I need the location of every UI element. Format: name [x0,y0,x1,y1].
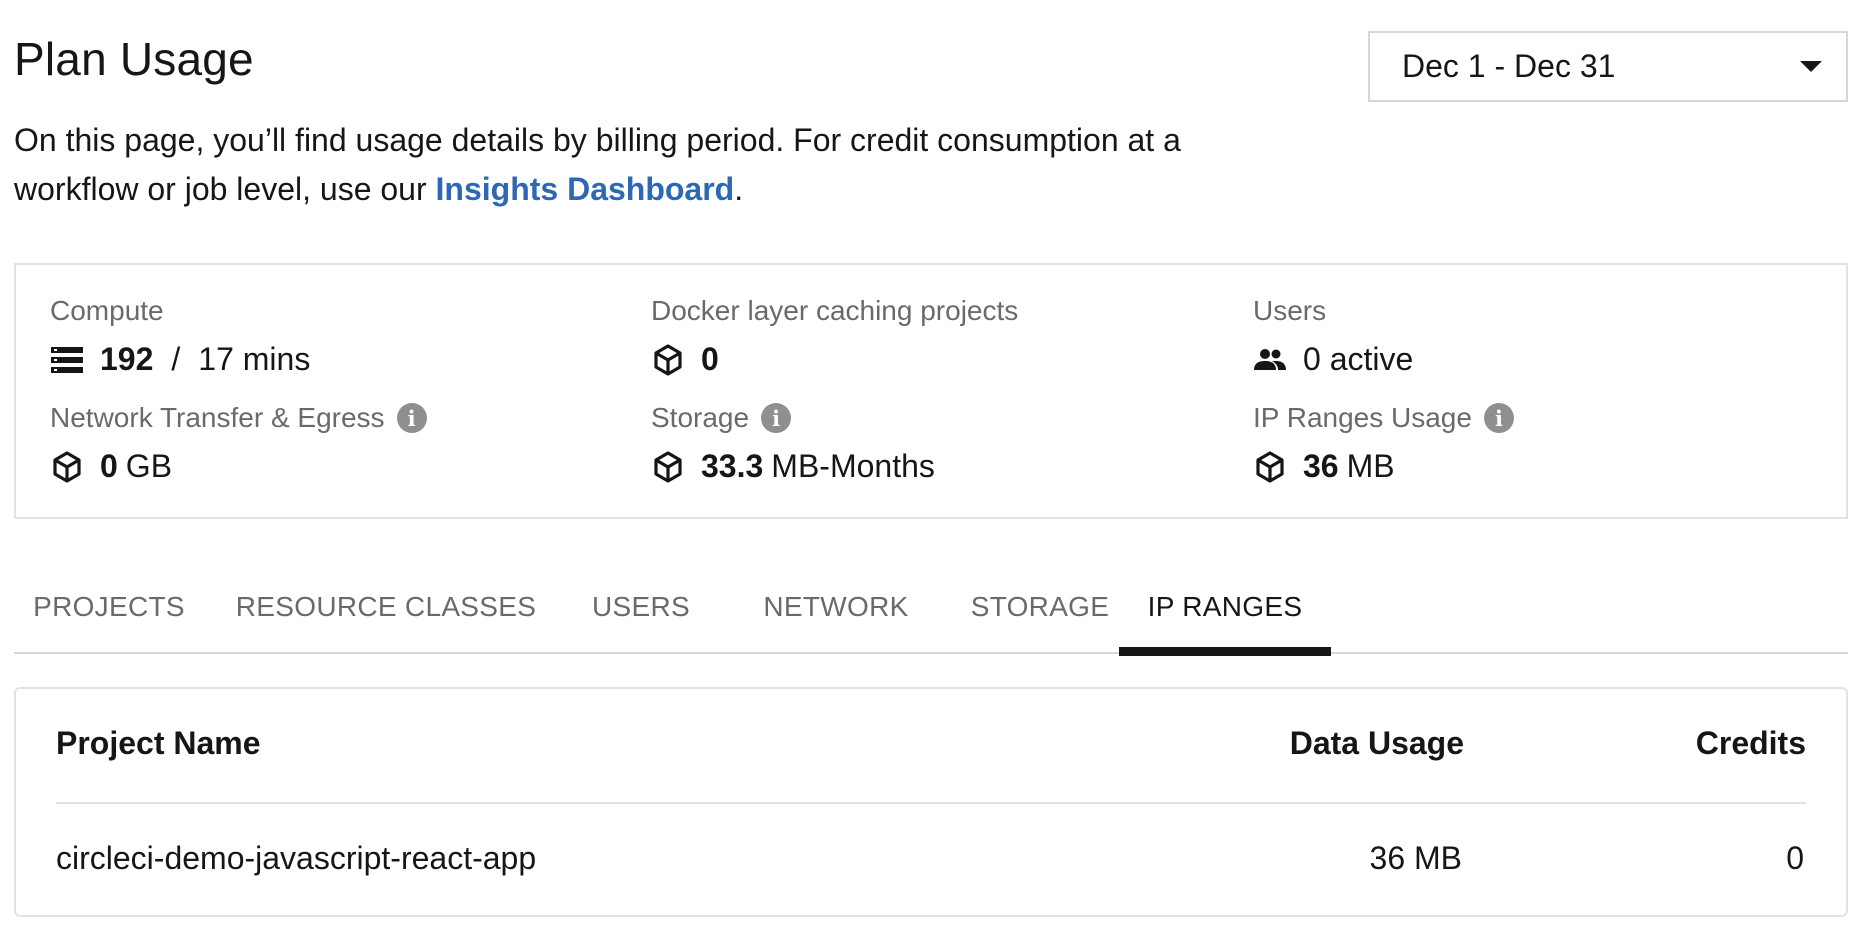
page-title: Plan Usage [14,33,254,85]
table-header: Project Name Data Usage Credits [56,689,1806,804]
network-label-row: Network Transfer & Egress i [50,402,427,434]
storage-stat: Storage i 33.3 MB-Months [651,402,935,485]
intro-text: On this page, you’ll find usage details … [14,116,1214,214]
info-icon[interactable]: i [396,403,427,433]
network-label: Network Transfer & Egress [50,402,385,433]
dlc-stat: Docker layer caching projects 0 [651,295,1018,378]
people-icon [1253,343,1287,377]
tab-label: PROJECTS [33,591,185,622]
table-row[interactable]: circleci-demo-javascript-react-app 36 MB… [56,806,1806,917]
storage-value-row: 33.3 MB-Months [651,448,935,485]
credits-cell: 0 [1786,840,1804,876]
caret-down-icon [1800,61,1822,72]
storage-unit: MB-Months [771,448,935,484]
storage-label: Storage [651,402,750,433]
network-value: 0 [100,448,118,484]
ip-ranges-label: IP Ranges Usage [1253,402,1472,433]
dlc-value-row: 0 [651,341,1018,378]
usage-summary-panel: Compute 192 / 17 mins Docker layer cachi… [14,263,1848,519]
ip-ranges-unit: MB [1346,448,1395,484]
active-tab-indicator [1119,647,1331,656]
dlc-value: 0 [701,341,719,377]
dlc-label: Docker layer caching projects [651,295,1019,326]
users-value-row: 0 active [1253,341,1413,378]
column-header-project-name[interactable]: Project Name [56,725,261,762]
network-value-row: 0 GB [50,448,427,485]
tab-label: USERS [592,591,690,622]
compute-credits: 192 [100,341,154,377]
intro-text-after: . [734,171,744,207]
info-icon[interactable]: i [761,403,792,433]
date-range-select[interactable]: Dec 1 - Dec 31 [1368,31,1848,102]
tab-users[interactable]: USERS [569,560,713,654]
ip-ranges-table: Project Name Data Usage Credits circleci… [14,687,1848,917]
users-stat: Users 0 active [1253,295,1413,378]
ip-ranges-value: 36 [1303,448,1339,484]
ip-ranges-value-row: 36 MB [1253,448,1514,485]
info-icon[interactable]: i [1483,403,1514,433]
tab-network[interactable]: NETWORK [744,560,928,654]
cube-icon [651,450,685,484]
ip-ranges-stat: IP Ranges Usage i 36 MB [1253,402,1514,485]
tab-resource-classes[interactable]: RESOURCE CLASSES [234,560,538,654]
users-value: 0 active [1303,341,1414,377]
tab-label: IP RANGES [1147,591,1303,622]
date-range-value: Dec 1 - Dec 31 [1402,48,1616,84]
data-usage-cell: 36 MB [1369,840,1462,876]
compute-label: Compute [50,295,164,326]
compute-separator: / [171,341,181,377]
project-name-cell: circleci-demo-javascript-react-app [56,840,537,876]
tab-label: NETWORK [763,591,909,622]
compute-value-row: 192 / 17 mins [50,341,310,378]
tab-storage[interactable]: STORAGE [959,560,1121,654]
ip-ranges-label-row: IP Ranges Usage i [1253,402,1514,434]
column-header-credits[interactable]: Credits [1696,725,1806,762]
tab-ip-ranges[interactable]: IP RANGES [1119,560,1331,656]
network-stat: Network Transfer & Egress i 0 GB [50,402,427,485]
network-unit: GB [125,448,173,484]
tab-label: RESOURCE CLASSES [235,591,537,622]
cube-icon [1253,450,1287,484]
tab-label: STORAGE [970,591,1110,622]
users-label: Users [1253,295,1327,326]
tab-projects[interactable]: PROJECTS [14,560,204,654]
stack-icon [50,343,84,377]
compute-stat: Compute 192 / 17 mins [50,295,310,378]
storage-label-row: Storage i [651,402,935,434]
column-header-data-usage[interactable]: Data Usage [1290,725,1464,762]
usage-tabs: PROJECTS RESOURCE CLASSES USERS NETWORK … [14,560,1848,656]
cube-icon [651,343,685,377]
compute-minutes: 17 mins [198,341,311,377]
insights-dashboard-link[interactable]: Insights Dashboard [436,171,735,207]
storage-value: 33.3 [701,448,764,484]
cube-icon [50,450,84,484]
